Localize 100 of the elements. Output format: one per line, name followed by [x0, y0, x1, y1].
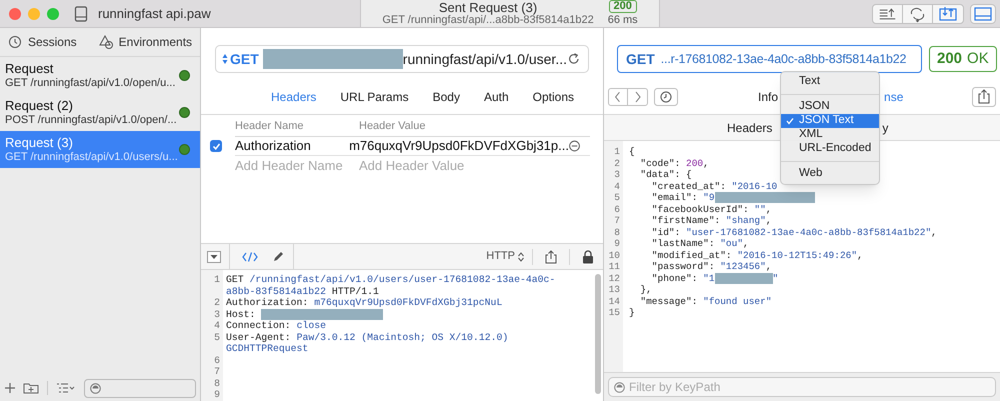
response-subtab[interactable]: Headers — [727, 118, 772, 136]
code-line: "data": { — [639, 169, 692, 180]
code-text: "9 — [703, 192, 715, 204]
scrollbar-thumb[interactable] — [595, 274, 601, 394]
header-value: m76quxqVr9Upsd0FkDVFdXGbj31p... — [349, 137, 569, 156]
keypath-filter-field[interactable]: Filter by KeyPath — [608, 377, 996, 397]
checkmark-icon — [786, 117, 794, 125]
header-name: Authorization — [235, 137, 312, 156]
line-number: 10 — [608, 250, 620, 261]
code-line: "modified_at": "2016-10-12T15:49:26", — [650, 250, 863, 261]
status-badge: 200 — [608, 0, 637, 13]
method-selector[interactable]: GET — [230, 48, 259, 70]
document-icon[interactable] — [74, 6, 88, 22]
request-url: POST /runningfast/api/v1.0/open/... — [5, 113, 178, 128]
response-time: 66 ms — [608, 14, 638, 27]
code-line: "code": 200, — [639, 158, 709, 169]
checkbox[interactable] — [210, 140, 222, 152]
format-selector[interactable]: HTTP — [486, 248, 524, 265]
request-item[interactable]: Request (2) POST /runningfast/api/v1.0/open/... — [0, 94, 200, 131]
header-name-field[interactable]: Add Header Name — [235, 156, 355, 176]
remove-icon[interactable] — [568, 140, 580, 152]
menu-item[interactable]: JSON Text — [781, 114, 879, 128]
request-item[interactable]: Request GET /runningfast/api/v1.0/open/u... — [0, 57, 200, 94]
pencil-icon[interactable] — [272, 250, 284, 262]
request-item[interactable]: Request (3) GET /runningfast/api/v1.0/users/u... — [0, 131, 200, 168]
response-tab[interactable]: Info — [758, 88, 778, 106]
menu-item[interactable]: XML — [781, 128, 879, 142]
share-icon[interactable] — [972, 87, 996, 107]
request-tab[interactable]: Options — [532, 88, 574, 106]
line-number: 8 — [614, 226, 620, 238]
code-line: "message": "found user" — [639, 296, 772, 307]
shapes-icon[interactable] — [98, 35, 113, 49]
add-icon[interactable] — [4, 382, 16, 394]
line-number: 2 — [214, 297, 220, 308]
stepper-icon[interactable] — [518, 252, 524, 262]
request-tab[interactable]: Body — [432, 88, 460, 106]
line-number: 9 — [614, 238, 620, 250]
line-number: 1 — [614, 146, 620, 158]
response-subtab[interactable]: y — [882, 118, 888, 136]
code-line: "id": "user-17681082-13ae-4a0c-a8bb-83f5814a1b22", — [650, 226, 937, 238]
sidebar-tab[interactable]: Sessions — [28, 33, 77, 51]
redaction-bar — [714, 272, 773, 284]
line-number: 12 — [608, 272, 620, 284]
line-number: 3 — [614, 169, 620, 180]
filter-field[interactable] — [84, 378, 196, 398]
sidebar-tab[interactable]: Environments — [118, 33, 192, 51]
url-text: runningfast/api/v1.0/user... — [402, 50, 568, 69]
response-method: GET — [626, 50, 655, 68]
status-text: OK — [967, 48, 989, 69]
menu-item[interactable]: JSON — [781, 100, 879, 114]
line-number: 4 — [614, 180, 620, 192]
code-line: }, — [639, 284, 652, 296]
lock-icon[interactable] — [582, 250, 594, 264]
layout-icon[interactable] — [970, 4, 996, 24]
header-value-field[interactable]: Add Header Value — [359, 156, 519, 176]
code-text: "email": — [650, 192, 698, 204]
stepper-icon[interactable] — [222, 53, 228, 65]
request-name: Request (2) — [5, 98, 74, 112]
response-tab[interactable]: nse — [884, 88, 904, 106]
code-line: "lastName": "ou", — [650, 238, 749, 250]
clock-icon[interactable] — [8, 35, 22, 49]
folder-add-icon[interactable] — [23, 382, 39, 394]
filter-icon[interactable] — [614, 382, 625, 392]
code-line: Authorization: m76quxqVr9Upsd0FkDVFdXGbj31pcNuL — [226, 297, 502, 308]
request-tab[interactable]: URL Params — [340, 88, 409, 106]
line-number: 5 — [614, 192, 620, 204]
request-tab[interactable]: Auth — [484, 88, 509, 106]
history-icon[interactable] — [654, 88, 678, 106]
code-line: GET /runningfast/api/v1.0/users/user-17681082-13ae-4a0c- — [226, 274, 556, 286]
request-url: GET /runningfast/api/v1.0/open/u... — [5, 76, 176, 90]
request-tab[interactable]: Headers — [271, 88, 316, 106]
code-text: " — [772, 272, 778, 284]
request-url: GET /runningfast/api/v1.0/users/u... — [5, 150, 179, 164]
line-number: 8 — [214, 378, 220, 389]
line-number: 6 — [614, 204, 620, 215]
line-number: 3 — [214, 308, 220, 320]
line-number: 15 — [608, 307, 620, 318]
window-title: runningfast api.paw — [98, 4, 211, 23]
reload-icon[interactable] — [568, 53, 580, 65]
dropdown-icon[interactable] — [207, 250, 221, 262]
menu-item[interactable]: URL-Encoded — [781, 142, 879, 156]
code-line: User-Agent: Paw/3.0.12 (Macintosh; OS X/10.12.0) — [226, 332, 508, 344]
menu-item[interactable]: Web — [781, 167, 879, 181]
url-field[interactable]: GET runningfast/api/v1.0/user... — [215, 45, 589, 73]
code-line: a8bb-83f5814a1b22 HTTP/1.1 — [226, 286, 379, 297]
code-text: "phone": — [650, 272, 698, 284]
line-number: 13 — [608, 284, 620, 296]
code-line: } — [629, 307, 635, 318]
menu-item[interactable]: Text — [781, 75, 879, 89]
share-icon[interactable] — [545, 250, 557, 264]
request-title: Sent Request (3) — [438, 0, 538, 14]
code-icon[interactable] — [242, 250, 258, 262]
column-header: Header Name — [235, 118, 304, 134]
filter-icon[interactable] — [90, 382, 101, 394]
line-number: 9 — [214, 389, 220, 400]
code-text: Host: — [226, 308, 256, 320]
code-line: "created_at": "2016-10 — [650, 180, 778, 192]
list-menu-icon[interactable] — [56, 382, 76, 394]
line-number: 7 — [614, 215, 620, 226]
code-line: { — [629, 146, 635, 158]
